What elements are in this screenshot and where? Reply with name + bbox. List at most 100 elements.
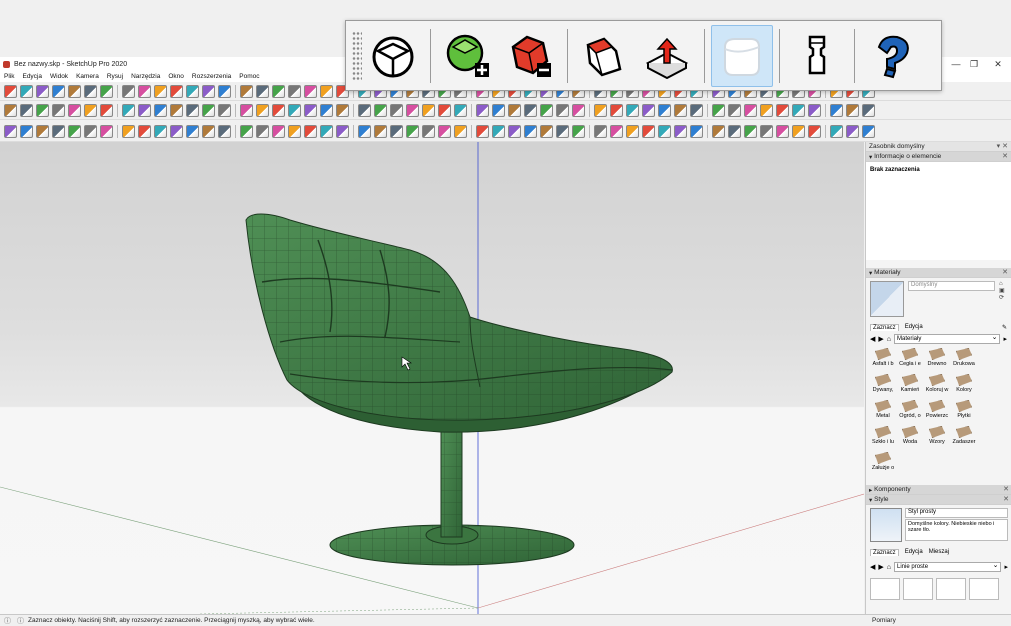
tab-edit[interactable]: Edycja [905, 549, 923, 556]
toolbar-tool-icon[interactable] [122, 103, 135, 117]
toolbar-tool-icon[interactable] [422, 124, 435, 138]
toolbar-tool-icon[interactable] [406, 124, 419, 138]
soft-shape-button[interactable] [711, 24, 773, 87]
toolbar-tool-icon[interactable] [336, 103, 349, 117]
style-item[interactable] [870, 578, 900, 600]
material-item[interactable]: Drewno [924, 348, 950, 372]
chair-model[interactable] [245, 213, 673, 566]
material-item[interactable]: Cegła i e [897, 348, 923, 372]
tray-close-icon[interactable]: ▾ ✕ [997, 142, 1008, 152]
toolbar-tool-icon[interactable] [808, 124, 821, 138]
toolbar-tool-icon[interactable] [454, 124, 467, 138]
forward-arrow-icon[interactable]: ▶ [878, 563, 883, 571]
toolbar-tool-icon[interactable] [792, 124, 805, 138]
toolbar-tool-icon[interactable] [374, 124, 387, 138]
toolbar-tool-icon[interactable] [36, 124, 49, 138]
toolbar-tool-icon[interactable] [218, 103, 231, 117]
styles-header[interactable]: ▾ Style ✕ [866, 495, 1011, 505]
subtract-button[interactable] [499, 25, 561, 87]
menu-window[interactable]: Okno [168, 73, 184, 80]
materials-close-icon[interactable]: ✕ [1002, 268, 1008, 278]
toolbar-tool-icon[interactable] [170, 84, 183, 98]
style-item[interactable] [903, 578, 933, 600]
material-item[interactable]: Zadaszer [951, 426, 977, 450]
toolbar-tool-icon[interactable] [122, 84, 135, 98]
toolbar-tool-icon[interactable] [170, 103, 183, 117]
toolbar-tool-icon[interactable] [776, 124, 789, 138]
toolbar-tool-icon[interactable] [186, 124, 199, 138]
toolbar-tool-icon[interactable] [792, 103, 805, 117]
toolbar-tool-icon[interactable] [862, 124, 875, 138]
material-tools-icon[interactable]: ⌂ ▣ ⟳ [999, 281, 1007, 319]
material-item[interactable]: Dywany, [870, 374, 896, 398]
home-icon[interactable]: ⌂ [887, 336, 891, 343]
style-item[interactable] [969, 578, 999, 600]
sample-paint-icon[interactable]: ✎ [1002, 324, 1007, 331]
material-name-field[interactable]: Domyślny [908, 281, 995, 291]
toolbar-tool-icon[interactable] [728, 103, 741, 117]
details-arrow-icon[interactable]: ▸ [1004, 563, 1008, 571]
toolbar-tool-icon[interactable] [84, 84, 97, 98]
menu-camera[interactable]: Kamera [76, 73, 99, 80]
toolbar-tool-icon[interactable] [524, 124, 537, 138]
material-item[interactable]: Ogród, o [897, 400, 923, 424]
toolbar-tool-icon[interactable] [138, 103, 151, 117]
styles-collection-select[interactable]: Linie proste [894, 561, 1002, 572]
toolbar-tool-icon[interactable] [68, 84, 81, 98]
styles-close-icon[interactable]: ✕ [1003, 495, 1009, 505]
toolbar-tool-icon[interactable] [240, 103, 253, 117]
push-pull-button[interactable] [636, 25, 698, 87]
toolbar-tool-icon[interactable] [658, 103, 671, 117]
toolbar-tool-icon[interactable] [776, 103, 789, 117]
toolbar-tool-icon[interactable] [202, 84, 215, 98]
toolbar-tool-icon[interactable] [138, 124, 151, 138]
minimize-button[interactable]: — [946, 57, 966, 71]
menu-help[interactable]: Pomoc [239, 73, 259, 80]
toolbar-tool-icon[interactable] [20, 84, 33, 98]
material-item[interactable]: Płytki [951, 400, 977, 424]
toolbar-tool-icon[interactable] [492, 103, 505, 117]
toolbar-tool-icon[interactable] [438, 103, 451, 117]
entity-info-close-icon[interactable]: ✕ [1002, 152, 1008, 162]
material-item[interactable]: Metal [870, 400, 896, 424]
close-button[interactable]: ✕ [988, 57, 1008, 71]
toolbar-tool-icon[interactable] [186, 103, 199, 117]
material-item[interactable]: Woda [897, 426, 923, 450]
toolbar-tool-icon[interactable] [272, 84, 285, 98]
material-item[interactable]: Szkło i lu [870, 426, 896, 450]
toolbar-tool-icon[interactable] [122, 124, 135, 138]
toolbar-tool-icon[interactable] [674, 103, 687, 117]
toolbar-tool-icon[interactable] [830, 124, 843, 138]
toolbar-tool-icon[interactable] [760, 124, 773, 138]
intersect-button[interactable] [574, 25, 636, 87]
toolbar-tool-icon[interactable] [744, 103, 757, 117]
toolbar-tool-icon[interactable] [4, 84, 17, 98]
toolbar-tool-icon[interactable] [808, 103, 821, 117]
toolbar-tool-icon[interactable] [240, 124, 253, 138]
trim-button[interactable] [786, 25, 848, 87]
toolbar-tool-icon[interactable] [642, 124, 655, 138]
toolbar-tool-icon[interactable] [476, 124, 489, 138]
menu-tools[interactable]: Narzędzia [131, 73, 160, 80]
toolbar-tool-icon[interactable] [610, 103, 623, 117]
toolbar-tool-icon[interactable] [272, 124, 285, 138]
toolbar-tool-icon[interactable] [20, 124, 33, 138]
materials-header[interactable]: ▾ Materiały ✕ [866, 268, 1011, 278]
toolbar-tool-icon[interactable] [540, 103, 553, 117]
toolbar-tool-icon[interactable] [304, 124, 317, 138]
union-button[interactable] [437, 25, 499, 87]
toolbar-tool-icon[interactable] [556, 103, 569, 117]
toolbar-tool-icon[interactable] [4, 124, 17, 138]
geo-location-icon[interactable]: ⓘ [4, 616, 11, 626]
toolbar-tool-icon[interactable] [674, 124, 687, 138]
menu-view[interactable]: Widok [50, 73, 68, 80]
toolbar-tool-icon[interactable] [84, 103, 97, 117]
toolbar-tool-icon[interactable] [170, 124, 183, 138]
toolbar-tool-icon[interactable] [556, 124, 569, 138]
toolbar-tool-icon[interactable] [36, 84, 49, 98]
menu-file[interactable]: Plik [4, 73, 14, 80]
material-item[interactable]: Kamień [897, 374, 923, 398]
toolbar-tool-icon[interactable] [288, 84, 301, 98]
toolbar-tool-icon[interactable] [406, 103, 419, 117]
material-item[interactable]: Drukowa [951, 348, 977, 372]
